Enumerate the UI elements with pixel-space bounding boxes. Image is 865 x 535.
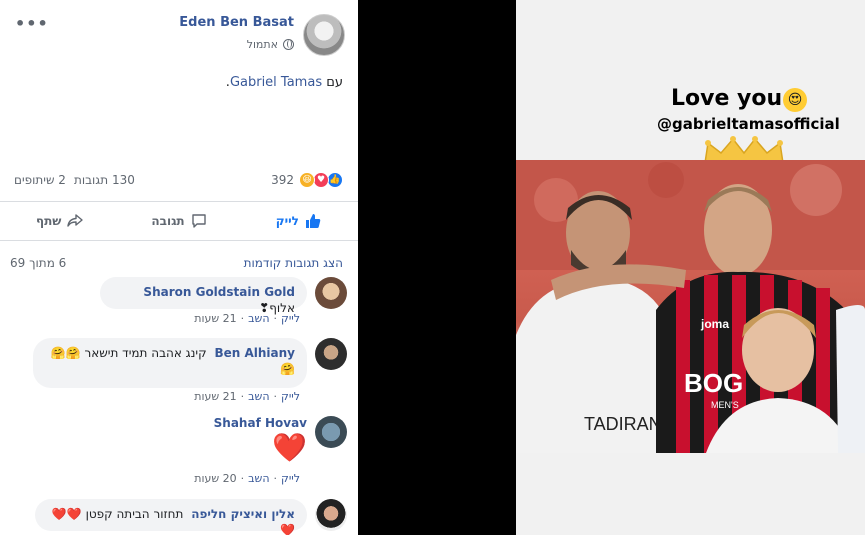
share-button[interactable]: שתף bbox=[0, 202, 119, 240]
comment-author[interactable]: אלין ואיציק חליפה bbox=[191, 507, 295, 521]
post-actions: לייק תגובה שתף bbox=[0, 201, 358, 241]
comment-button[interactable]: תגובה bbox=[119, 202, 238, 240]
comment-bubble: אלין ואיציק חליפה תחזור הביתה קפטן ❤️❤️❤… bbox=[35, 499, 307, 535]
comment-bubble: Sharon Goldstain Gold אלוף❣ bbox=[100, 277, 307, 315]
comment-actions: לייק · השב · 20 שעות bbox=[194, 472, 300, 485]
heart-eyes-emoji: 😍 bbox=[783, 88, 807, 112]
share-label: שתף bbox=[35, 214, 62, 228]
avatar[interactable] bbox=[315, 416, 347, 448]
share-arrow-icon bbox=[67, 214, 84, 227]
sponsor-sub-text: MEN'S bbox=[711, 400, 739, 410]
haha-reaction-icon: 😆 bbox=[299, 172, 315, 188]
reaction-count: 392 bbox=[271, 173, 294, 187]
thumbs-up-icon bbox=[305, 214, 321, 228]
comment-time[interactable]: 20 שעות bbox=[194, 472, 236, 485]
post-meta: אתמול bbox=[247, 38, 294, 51]
engagement-counts: 130 תגובות 2 שיתופים bbox=[14, 173, 135, 187]
author-avatar[interactable] bbox=[303, 14, 345, 56]
comment-author[interactable]: Sharon Goldstain Gold bbox=[143, 285, 295, 299]
comment-bubble-icon bbox=[191, 214, 206, 228]
facebook-post: Eden Ben Basat אתמול ••• עם Gabriel Tama… bbox=[0, 0, 358, 535]
avatar[interactable] bbox=[315, 338, 347, 370]
comment-like-link[interactable]: לייק bbox=[281, 472, 300, 485]
comment-like-link[interactable]: לייק bbox=[281, 390, 300, 403]
comment-actions: לייק · השב · 21 שעות bbox=[194, 390, 300, 403]
comment-like-link[interactable]: לייק bbox=[281, 312, 300, 325]
tagged-line: עם Gabriel Tamas. bbox=[226, 75, 343, 90]
comment-reply-link[interactable]: השב bbox=[248, 472, 269, 485]
avatar[interactable] bbox=[315, 277, 347, 309]
story-headline: Love you bbox=[671, 86, 783, 111]
avatar[interactable] bbox=[315, 499, 347, 531]
globe-icon bbox=[283, 39, 294, 50]
comment-reply-link[interactable]: השב bbox=[248, 390, 269, 403]
post-stats: 👍 ♥ 😆 392 130 תגובות 2 שיתופים bbox=[0, 170, 358, 192]
author-name[interactable]: Eden Ben Basat bbox=[179, 15, 294, 30]
comment-actions: לייק · השב · 21 שעות bbox=[194, 312, 300, 325]
comments-bar: הצג תגובות קודמות 6 מתוך 69 bbox=[0, 256, 358, 272]
comment-no-bubble: Shahaf Hovav ❤️ bbox=[214, 416, 307, 466]
like-reaction-icon: 👍 bbox=[327, 172, 343, 188]
comment-bubble: Ben Alhiany קינג אהבה תמיד תישאר 🤗🤗🤗 bbox=[33, 338, 307, 388]
comment-author[interactable]: Shahaf Hovav bbox=[214, 416, 307, 430]
comment-time[interactable]: 21 שעות bbox=[194, 390, 236, 403]
shares-count[interactable]: 2 שיתופים bbox=[14, 173, 66, 187]
comments-count[interactable]: 130 תגובות bbox=[74, 173, 135, 187]
comment-text: ❤️ bbox=[272, 431, 307, 464]
comments-page-count: 6 מתוך 69 bbox=[10, 256, 67, 270]
like-label: לייק bbox=[275, 214, 299, 228]
jersey-brand-text: joma bbox=[700, 317, 729, 331]
comment-reply-link[interactable]: השב bbox=[248, 312, 269, 325]
reactions-summary[interactable]: 👍 ♥ 😆 392 bbox=[271, 172, 343, 188]
with-prefix: עם bbox=[326, 75, 343, 90]
tagged-person[interactable]: Gabriel Tamas bbox=[230, 75, 322, 90]
comment-author[interactable]: Ben Alhiany bbox=[214, 346, 295, 360]
story-handle: @gabrieltamasofficial bbox=[657, 115, 840, 133]
view-previous-comments-link[interactable]: הצג תגובות קודמות bbox=[244, 256, 343, 270]
more-options-icon[interactable]: ••• bbox=[15, 14, 49, 33]
media-letterbox bbox=[358, 0, 516, 535]
players-illustration: TADIRAN joma BOG MEN'S bbox=[516, 160, 865, 453]
sponsor-left-text: TADIRAN bbox=[584, 414, 662, 434]
comment-label: תגובה bbox=[151, 214, 185, 228]
football-players-photo: TADIRAN joma BOG MEN'S bbox=[516, 160, 865, 453]
post-time[interactable]: אתמול bbox=[247, 38, 278, 51]
post-header: Eden Ben Basat אתמול ••• bbox=[0, 0, 358, 62]
story-image[interactable]: Love you 😍 @gabrieltamasofficial TADIRAN bbox=[516, 0, 865, 535]
sponsor-right-text: BOG bbox=[684, 368, 743, 398]
love-reaction-icon: ♥ bbox=[313, 172, 329, 188]
like-button[interactable]: לייק bbox=[239, 202, 358, 240]
comment-time[interactable]: 21 שעות bbox=[194, 312, 236, 325]
